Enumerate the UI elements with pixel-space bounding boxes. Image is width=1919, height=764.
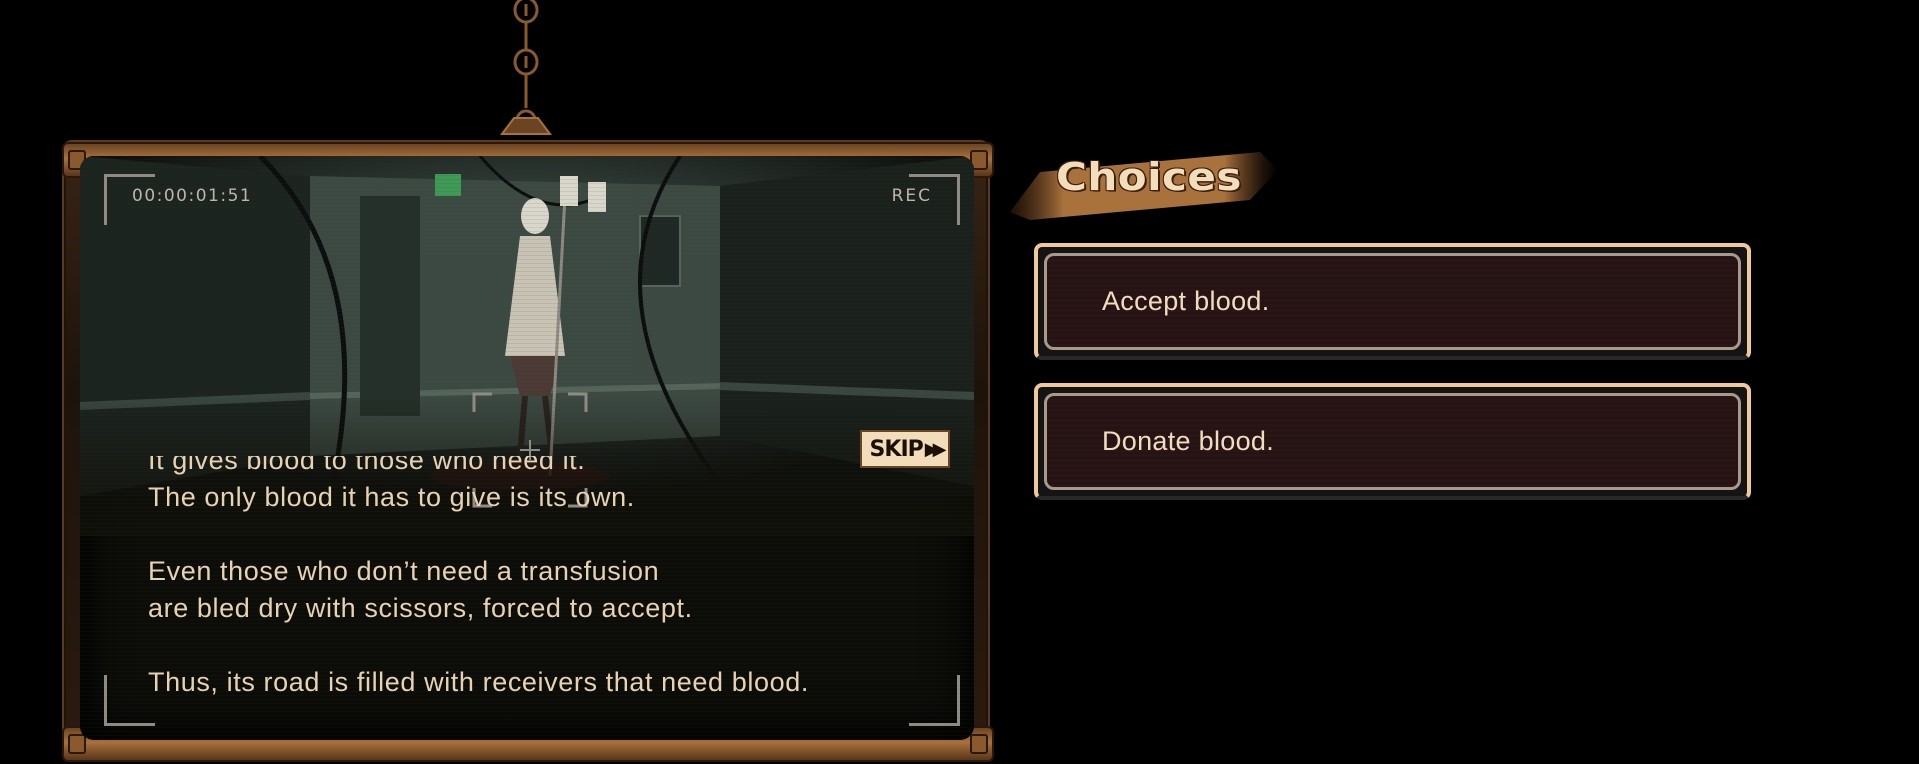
narration-line: are bled dry with scissors, forced to ac… (148, 593, 693, 623)
choice-accept-blood[interactable]: Accept blood. (1034, 243, 1751, 360)
narration-line (148, 516, 809, 553)
skip-button[interactable]: SKIP ▶▶ (860, 430, 950, 468)
narration-line: The only blood it has to give is its own… (148, 482, 635, 512)
cutscene-screen: 00:00:01:51 REC It gives blood to those … (80, 156, 974, 740)
narration-line: Thus, its road is filled with receivers … (148, 667, 809, 697)
narration-line (148, 627, 809, 664)
rec-indicator: REC (891, 186, 932, 206)
narration-line: Even those who don’t need a transfusion (148, 556, 660, 586)
fast-forward-icon: ▶▶ (924, 438, 947, 460)
narration-line: It gives blood to those who need it. (148, 456, 586, 475)
choice-label: Accept blood. (1102, 286, 1270, 316)
game-screen: 00:00:01:51 REC It gives blood to those … (0, 0, 1919, 764)
choice-donate-blood[interactable]: Donate blood. (1034, 383, 1751, 500)
recording-timecode: 00:00:01:51 (132, 186, 253, 206)
hanging-chain-icon (500, 0, 552, 135)
narration-text-scroll: It gives blood to those who need it. The… (148, 456, 908, 716)
viewfinder-corner-bottom-right (909, 675, 960, 726)
choice-label: Donate blood. (1102, 426, 1275, 456)
skip-label: SKIP (869, 436, 924, 462)
choices-heading: Choices (1056, 153, 1242, 200)
